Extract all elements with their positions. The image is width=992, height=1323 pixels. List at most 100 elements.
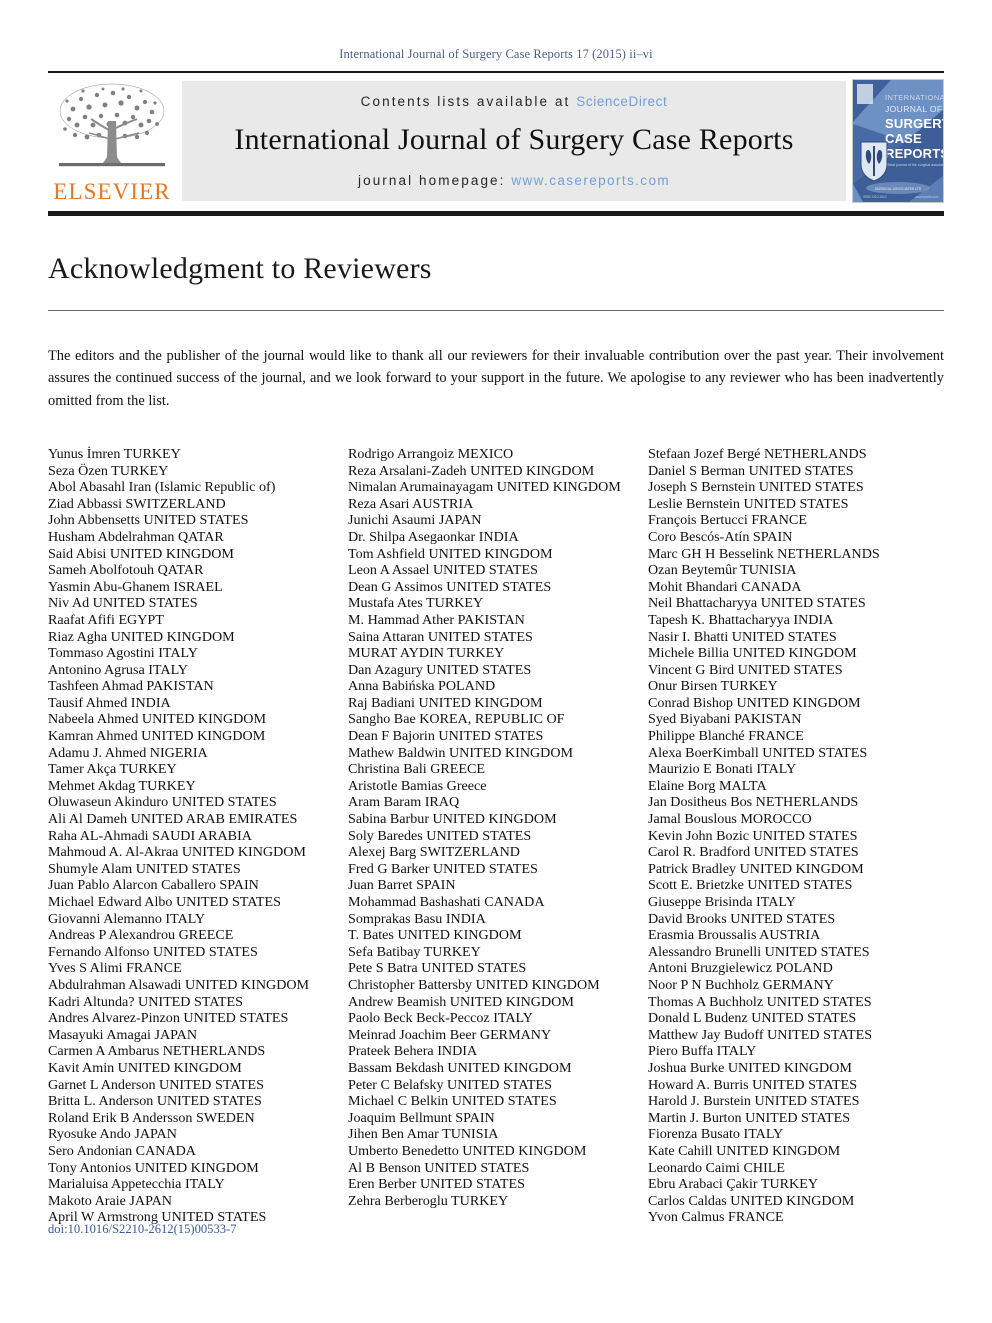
reviewer-name: Yasmin Abu-Ghanem ISRAEL: [48, 578, 223, 595]
reviewer-name: Carlos Caldas UNITED KINGDOM: [648, 1192, 855, 1209]
reviewer-name: Alessandro Brunelli UNITED STATES: [648, 943, 870, 960]
reviewer-name: Umberto Benedetto UNITED KINGDOM: [348, 1142, 587, 1159]
reviewer-name: Onur Birsen TURKEY: [648, 678, 778, 695]
reviewer-name: Yunus İmren TURKEY: [48, 445, 181, 462]
reviewer-name: Paolo Beck Beck-Peccoz ITALY: [348, 1010, 533, 1027]
reviewer-name: Niv Ad UNITED STATES: [48, 595, 198, 612]
reviewer-name: Juan Pablo Alarcon Caballero SPAIN: [48, 877, 259, 894]
reviewer-name: Dan Azagury UNITED STATES: [348, 661, 532, 678]
reviewer-name: Peter C Belafsky UNITED STATES: [348, 1076, 552, 1093]
reviewer-name: Joaquim Bellmunt SPAIN: [348, 1109, 495, 1126]
reviewer-name: Saina Attaran UNITED STATES: [348, 628, 533, 645]
reviewer-name: Joseph S Bernstein UNITED STATES: [648, 479, 864, 496]
svg-text:CASE: CASE: [885, 131, 922, 146]
elsevier-logo: ELSEVIER: [48, 77, 176, 205]
reviewer-name: Riaz Agha UNITED KINGDOM: [48, 628, 235, 645]
reviewer-name: Michele Billia UNITED KINGDOM: [648, 645, 857, 662]
svg-text:JOURNAL OF: JOURNAL OF: [885, 104, 943, 114]
reviewer-name: Tom Ashfield UNITED KINGDOM: [348, 545, 553, 562]
reviewer-name: Dr. Shilpa Asegaonkar INDIA: [348, 528, 519, 545]
sciencedirect-link[interactable]: ScienceDirect: [576, 94, 667, 109]
reviewer-name: Yves S Alimi FRANCE: [48, 960, 182, 977]
reviewer-name: Daniel S Berman UNITED STATES: [648, 462, 854, 479]
reviewer-name: Thomas A Buchholz UNITED STATES: [648, 993, 872, 1010]
reviewer-name: Christopher Battersby UNITED KINGDOM: [348, 976, 600, 993]
journal-homepage-line: journal homepage: www.casereports.com: [358, 173, 670, 188]
reviewer-name: Raha AL-Ahmadi SAUDI ARABIA: [48, 827, 252, 844]
reviewer-name: Mahmoud A. Al-Akraa UNITED KINGDOM: [48, 844, 306, 861]
reviewer-name: Andrew Beamish UNITED KINGDOM: [348, 993, 574, 1010]
reviewer-name: Tashfeen Ahmad PAKISTAN: [48, 678, 214, 695]
reviewer-name: Makoto Araie JAPAN: [48, 1192, 172, 1209]
reviewer-name: Britta L. Anderson UNITED STATES: [48, 1093, 262, 1110]
reviewer-name: Sabina Barbur UNITED KINGDOM: [348, 811, 557, 828]
reviewer-name: Mohit Bhandari CANADA: [648, 578, 802, 595]
reviewer-name: Tommaso Agostini ITALY: [48, 645, 198, 662]
reviewer-name: Mohammad Bashashati CANADA: [348, 894, 545, 911]
reviewer-name: Anna Babińska POLAND: [348, 678, 496, 695]
reviewer-name: Dean G Assimos UNITED STATES: [348, 578, 552, 595]
svg-text:official journal of the surgic: official journal of the surgical associa…: [885, 163, 943, 167]
reviewer-name: Michael Edward Albo UNITED STATES: [48, 894, 281, 911]
reviewer-name: Michael C Belkin UNITED STATES: [348, 1093, 557, 1110]
reviewer-name: John Abbensetts UNITED STATES: [48, 512, 249, 529]
reviewer-name: Andreas P Alexandrou GREECE: [48, 927, 234, 944]
reviewer-name: Carol R. Bradford UNITED STATES: [648, 844, 859, 861]
reviewer-name: Kavit Amin UNITED KINGDOM: [48, 1059, 242, 1076]
reviewer-name: Junichi Asaumi JAPAN: [348, 512, 482, 529]
reviewer-name: Tapesh K. Bhattacharyya INDIA: [648, 611, 834, 628]
reviewer-name: Mehmet Akdag TURKEY: [48, 777, 196, 794]
reviewer-name: Said Abisi UNITED KINGDOM: [48, 545, 234, 562]
reviewer-name: Christina Bali GREECE: [348, 761, 486, 778]
reviewer-name: Ebru Arabaci Çakir TURKEY: [648, 1176, 818, 1193]
journal-masthead: ELSEVIER Contents lists available at Sci…: [48, 73, 944, 205]
reviewer-name: Kadri Altunda? UNITED STATES: [48, 993, 243, 1010]
reviewer-name: Andres Alvarez-Pinzon UNITED STATES: [48, 1010, 289, 1027]
reviewer-name: Stefaan Jozef Bergé NETHERLANDS: [648, 445, 867, 462]
elsevier-wordmark: ELSEVIER: [53, 179, 171, 204]
title-rule: [48, 310, 944, 311]
svg-text:SURGERY: SURGERY: [885, 116, 943, 131]
reviewer-name: Erasmia Broussalis AUSTRIA: [648, 927, 821, 944]
reviewer-name: Somprakas Basu INDIA: [348, 910, 486, 927]
contents-lists-line: Contents lists available at ScienceDirec…: [361, 94, 668, 109]
svg-text:SURGICAL ASSOCIATES LTD: SURGICAL ASSOCIATES LTD: [875, 187, 922, 191]
reviewer-name: Masayuki Amagai JAPAN: [48, 1026, 198, 1043]
journal-homepage-label: journal homepage:: [357, 173, 506, 188]
reviewer-name: Conrad Bishop UNITED KINGDOM: [648, 694, 861, 711]
header-rule-bottom: [48, 211, 944, 216]
reviewer-name: Aristotle Bamias Greece: [348, 777, 487, 794]
reviewer-name: Carmen A Ambarus NETHERLANDS: [48, 1043, 266, 1060]
reviewer-name: Alexa BoerKimball UNITED STATES: [648, 744, 868, 761]
reviewer-name: Sefa Batibay TURKEY: [348, 943, 481, 960]
reviewer-name: Leon A Assael UNITED STATES: [348, 562, 538, 579]
reviewer-name: Roland Erik B Andersson SWEDEN: [48, 1109, 255, 1126]
reviewer-name: Aram Baram IRAQ: [348, 794, 460, 811]
reviewer-name: Fernando Alfonso UNITED STATES: [48, 943, 258, 960]
reviewer-name: Ozan Beytemûr TUNISIA: [648, 562, 797, 579]
reviewer-name: Nasir I. Bhatti UNITED STATES: [648, 628, 837, 645]
reviewer-name: Matthew Jay Budoff UNITED STATES: [648, 1026, 873, 1043]
reviewer-name: Fiorenza Busato ITALY: [648, 1126, 784, 1143]
running-head: International Journal of Surgery Case Re…: [339, 47, 653, 61]
reviewer-name: Seza Özen TURKEY: [48, 462, 169, 479]
reviewer-name: Antoni Bruzgielewicz POLAND: [648, 960, 833, 977]
reviewer-name: Juan Barret SPAIN: [348, 877, 456, 894]
reviewer-name: Howard A. Burris UNITED STATES: [648, 1076, 858, 1093]
reviewer-name: Neil Bhattacharyya UNITED STATES: [648, 595, 866, 612]
reviewer-name: Zehra Berberoglu TURKEY: [348, 1192, 509, 1209]
reviewer-name: Alexej Barg SWITZERLAND: [348, 844, 520, 861]
reviewer-column-1: Yunus İmren TURKEY Seza Özen TURKEY Abol A…: [48, 446, 344, 1226]
journal-homepage-link[interactable]: www.casereports.com: [511, 173, 670, 188]
reviewer-name: T. Bates UNITED KINGDOM: [348, 927, 522, 944]
reviewer-name: Antonino Agrusa ITALY: [48, 661, 188, 678]
svg-text:REPORTS: REPORTS: [885, 146, 943, 161]
reviewer-name: Tony Antonios UNITED KINGDOM: [48, 1159, 259, 1176]
reviewer-column-3: Stefaan Jozef Bergé NETHERLANDS Daniel S …: [644, 446, 944, 1226]
reviewer-name: Rodrigo Arrangoiz MEXICO: [348, 445, 514, 462]
reviewer-name: Martin J. Burton UNITED STATES: [648, 1109, 851, 1126]
journal-title: International Journal of Surgery Case Re…: [234, 123, 794, 156]
reviewer-name: Garnet L Anderson UNITED STATES: [48, 1076, 264, 1093]
reviewer-column-2: Rodrigo Arrangoiz MEXICO Reza Arsalani-Za…: [344, 446, 644, 1226]
page-title: Acknowledgment to Reviewers: [48, 252, 432, 285]
